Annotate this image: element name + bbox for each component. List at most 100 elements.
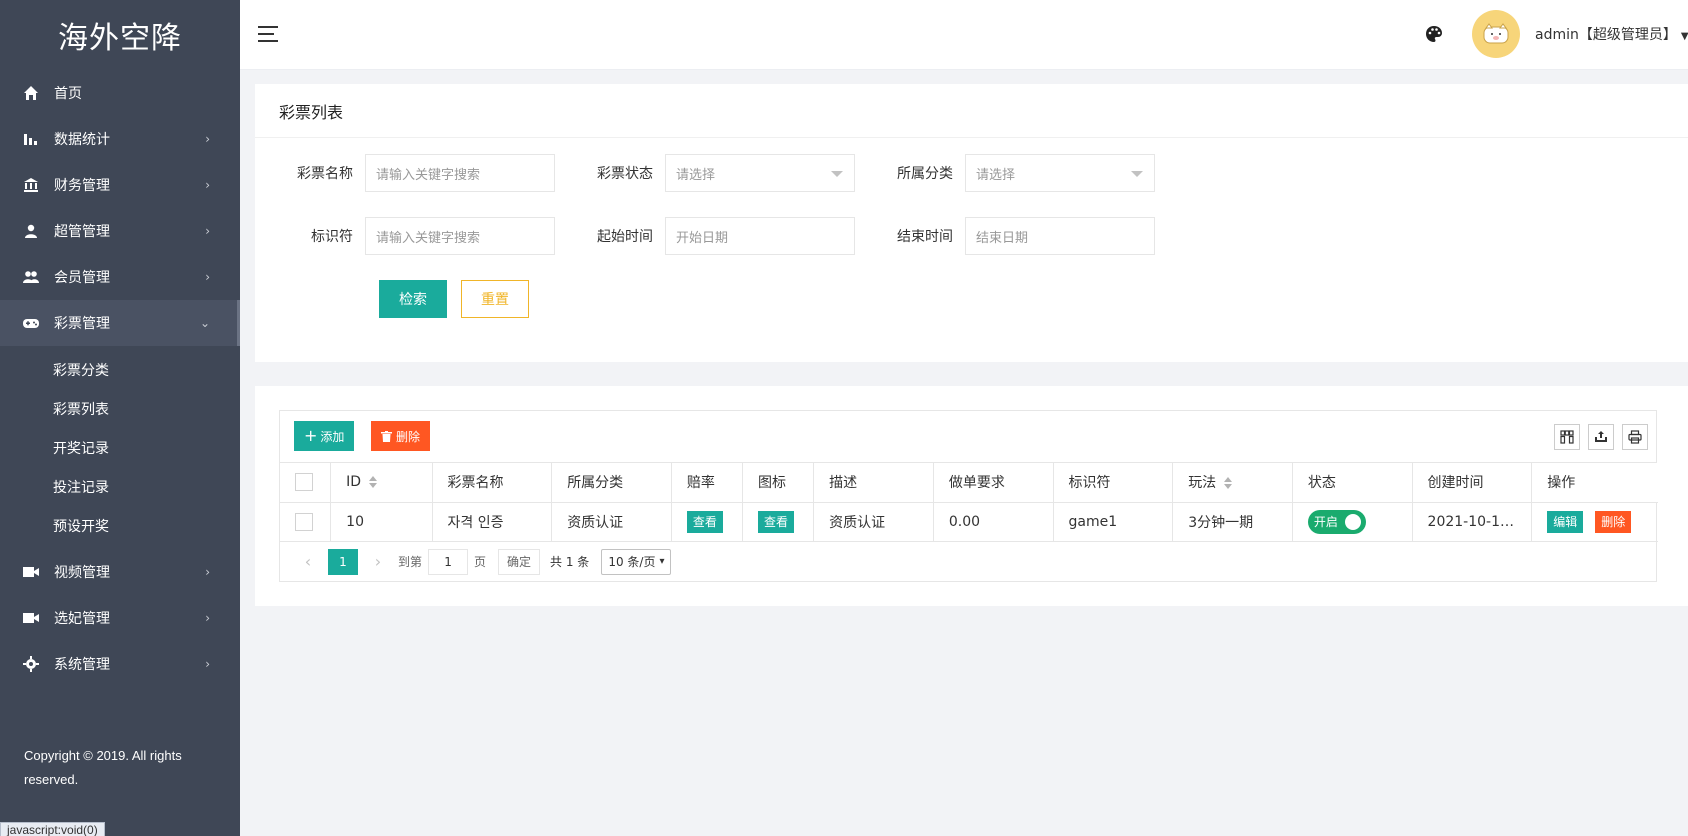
- sidebar-item-admin[interactable]: 超管管理 ›: [0, 208, 240, 254]
- select-all-cell: [280, 463, 332, 503]
- lottery-name-input[interactable]: 请输入关键字搜索: [365, 154, 555, 192]
- page-size-select[interactable]: 10 条/页 ▾: [601, 548, 672, 575]
- sidebar-item-stats[interactable]: 数据统计 ›: [0, 116, 240, 162]
- delete-button-label: 删除: [396, 429, 421, 444]
- search-row-2: 标识符 请输入关键字搜索 起始时间 开始日期 结束时间 结束日期: [255, 217, 1155, 255]
- video-icon: [22, 563, 40, 581]
- select-all-checkbox[interactable]: [295, 473, 313, 492]
- start-date-input[interactable]: 开始日期: [665, 217, 855, 255]
- bulk-delete-button[interactable]: 删除: [371, 421, 431, 451]
- sidebar-item-lottery[interactable]: 彩票管理 ⌄: [0, 300, 240, 346]
- column-header-status: 状态: [1292, 463, 1413, 503]
- submenu-item-draw-records[interactable]: 开奖记录: [0, 428, 240, 467]
- cell-play: 3分钟一期: [1172, 502, 1293, 542]
- row-select-cell: [280, 502, 332, 542]
- end-date-label: 结束时间: [897, 229, 953, 245]
- total-count: 共 1 条: [550, 555, 590, 569]
- sidebar-item-members[interactable]: 会员管理 ›: [0, 254, 240, 300]
- sidebar-item-concubine[interactable]: 选妃管理 ›: [0, 595, 240, 641]
- next-page-icon[interactable]: ›: [364, 552, 392, 571]
- column-header-id[interactable]: ID: [330, 463, 433, 503]
- cell-desc: 资质认证: [813, 502, 934, 542]
- sidebar-item-label: 数据统计: [54, 132, 110, 148]
- sidebar-item-label: 彩票管理: [54, 316, 110, 332]
- prev-page-icon[interactable]: ‹: [294, 552, 322, 571]
- user-menu[interactable]: admin【超级管理员】 ▼: [1535, 24, 1688, 44]
- add-button-label: 添加: [320, 429, 345, 444]
- column-header-odds: 赔率: [671, 463, 744, 503]
- lottery-status-label: 彩票状态: [597, 166, 653, 182]
- add-button[interactable]: + 添加: [294, 421, 355, 451]
- submenu-item-preset-draw[interactable]: 预设开奖: [0, 506, 240, 545]
- sidebar-item-video[interactable]: 视频管理 ›: [0, 549, 240, 595]
- column-header-actions: 操作: [1531, 463, 1658, 503]
- sidebar-item-system[interactable]: 系统管理 ›: [0, 641, 240, 687]
- column-header-name: 彩票名称: [432, 463, 553, 503]
- column-header-requirement: 做单要求: [933, 463, 1054, 503]
- submenu-item-lottery-category[interactable]: 彩票分类: [0, 350, 240, 389]
- identifier-label: 标识符: [311, 229, 353, 245]
- edit-button[interactable]: 编辑: [1547, 510, 1584, 533]
- pagination: ‹ 1 › 到第 1 页 确定 共 1 条 10 条/页 ▾: [280, 542, 1656, 582]
- trash-icon: [381, 430, 392, 442]
- chevron-right-icon: ›: [205, 565, 210, 579]
- cell-status: 开启: [1292, 502, 1413, 542]
- select-placeholder: 请选择: [676, 167, 716, 183]
- menu-toggle-icon[interactable]: [258, 26, 278, 42]
- sort-icon[interactable]: [1224, 477, 1233, 490]
- end-date-input[interactable]: 结束日期: [965, 217, 1155, 255]
- row-checkbox[interactable]: [295, 512, 313, 531]
- chevron-right-icon: ›: [205, 657, 210, 671]
- page-button-current[interactable]: 1: [328, 548, 358, 575]
- palette-icon[interactable]: [1424, 24, 1444, 44]
- column-header-icon: 图标: [742, 463, 815, 503]
- sidebar-item-finance[interactable]: 财务管理 ›: [0, 162, 240, 208]
- view-icon-button[interactable]: 查看: [758, 510, 795, 533]
- cell-id: 10: [330, 502, 433, 542]
- cell-name: 자격 인증: [432, 502, 553, 542]
- submenu-item-bet-records[interactable]: 投注记录: [0, 467, 240, 506]
- chevron-right-icon: ›: [205, 178, 210, 192]
- lottery-table: ID 彩票名称 所属分类 赔率 图标 描述 做单要求 标识符 玩法 状态 创建时…: [280, 463, 1658, 542]
- lottery-status-select[interactable]: 请选择: [665, 154, 855, 192]
- chevron-down-icon: ▾: [659, 556, 665, 567]
- lottery-name-label: 彩票名称: [297, 166, 353, 182]
- reset-button[interactable]: 重置: [461, 280, 529, 318]
- sidebar-item-label: 会员管理: [54, 270, 110, 286]
- view-odds-button[interactable]: 查看: [686, 510, 723, 533]
- chevron-right-icon: ›: [205, 224, 210, 238]
- chevron-down-icon: ⌄: [199, 316, 210, 330]
- top-header: admin【超级管理员】 ▼: [240, 0, 1688, 70]
- brand-logo: 海外空降: [58, 21, 182, 56]
- cell-odds: 查看: [671, 502, 744, 542]
- search-button[interactable]: 检索: [379, 280, 447, 318]
- sidebar-item-label: 选妃管理: [54, 611, 110, 627]
- dropdown-triangle-icon: [1131, 171, 1143, 177]
- column-header-category: 所属分类: [551, 463, 672, 503]
- home-icon: [22, 84, 40, 102]
- status-bar-url: javascript:void(0): [0, 822, 105, 836]
- select-placeholder: 请选择: [976, 167, 1016, 183]
- columns-filter-icon[interactable]: [1554, 424, 1580, 450]
- caret-down-icon: ▼: [1680, 31, 1688, 42]
- video-icon: [22, 609, 40, 627]
- identifier-input[interactable]: 请输入关键字搜索: [365, 217, 555, 255]
- lottery-submenu: 彩票分类 彩票列表 开奖记录 投注记录 预设开奖: [0, 346, 240, 549]
- print-icon[interactable]: [1622, 424, 1648, 450]
- goto-confirm-button[interactable]: 确定: [498, 548, 541, 575]
- sidebar-item-label: 超管管理: [54, 224, 110, 240]
- page-size-value: 10 条/页: [608, 555, 656, 569]
- cell-actions: 编辑 删除: [1531, 502, 1658, 542]
- export-icon[interactable]: [1588, 424, 1614, 450]
- column-header-play[interactable]: 玩法: [1172, 463, 1293, 503]
- submenu-item-lottery-list[interactable]: 彩票列表: [0, 389, 240, 428]
- avatar[interactable]: [1472, 10, 1520, 58]
- cell-created: 2021-10-17...: [1412, 502, 1533, 542]
- chevron-right-icon: ›: [205, 132, 210, 146]
- category-select[interactable]: 请选择: [965, 154, 1155, 192]
- status-toggle[interactable]: 开启: [1307, 509, 1366, 534]
- goto-page-input[interactable]: 1: [428, 548, 469, 575]
- delete-row-button[interactable]: 删除: [1595, 510, 1632, 533]
- sort-icon[interactable]: [369, 476, 378, 489]
- sidebar-item-home[interactable]: 首页: [0, 70, 240, 116]
